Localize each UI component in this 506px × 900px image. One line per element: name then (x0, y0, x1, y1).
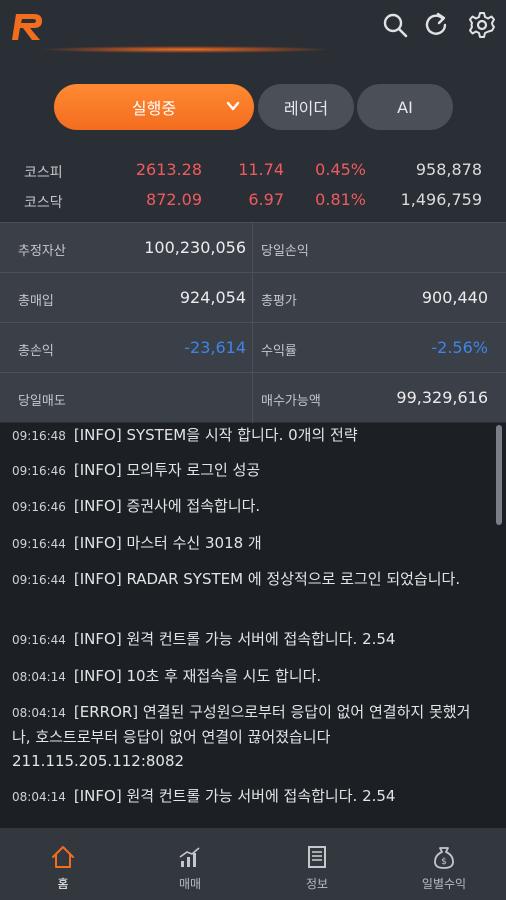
daily-sell-cell: 당일매도 (0, 373, 252, 423)
log-message: [INFO] 마스터 수신 3018 개 (73, 534, 262, 552)
index-name: 코스피 (24, 165, 63, 181)
index-value: 2613.28 (135, 160, 202, 179)
bottom-nav: 홈 매매 정보 $ 일별수익 (0, 828, 506, 900)
system-log[interactable]: 09:16:48 [INFO] SYSTEM을 시작 합니다. 0개의 전략 09… (0, 423, 506, 828)
nav-trade-label: 매매 (178, 877, 202, 891)
chevron-down-icon (226, 101, 240, 111)
nav-home-label: 홈 (57, 877, 69, 891)
log-message: [INFO] RADAR SYSTEM 에 정상적으로 로그인 되었습니다. (73, 570, 461, 588)
settings-icon[interactable] (467, 10, 497, 40)
index-change: 11.74 (238, 160, 284, 179)
log-time: 09:16:44 (12, 573, 66, 587)
tab-radar[interactable]: 레이더 (258, 84, 354, 130)
log-entry: 09:16:46 [INFO] 모의투자 로그인 성공 (12, 458, 482, 483)
total-pnl-label: 총손익 (18, 344, 54, 359)
index-volume: 1,496,759 (400, 190, 482, 209)
estimated-assets-label: 추정자산 (18, 244, 66, 259)
log-message: [INFO] 모의투자 로그인 성공 (73, 461, 261, 479)
money-bag-icon: $ (434, 847, 454, 869)
log-message: [INFO] 원격 컨트롤 가능 서버에 접속합니다. 2.54 (73, 787, 396, 805)
log-time: 08:04:14 (12, 706, 66, 720)
buyable-label: 매수가능액 (261, 394, 321, 409)
return-rate-label: 수익률 (261, 344, 297, 359)
header-glow (40, 46, 330, 53)
total-eval-value: 900,440 (421, 288, 488, 307)
index-volume: 958,878 (415, 160, 482, 179)
daily-sell-label: 당일매도 (18, 394, 66, 409)
log-entry: 09:16:48 [INFO] SYSTEM을 시작 합니다. 0개의 전략 (12, 423, 482, 448)
mode-tabs: 실행중 레이더 AI (0, 84, 506, 132)
daily-pnl-cell: 당일손익 (253, 223, 506, 273)
tab-ai[interactable]: AI (357, 84, 453, 130)
nav-daily-profit[interactable]: $ 일별수익 (381, 828, 506, 900)
app-header (0, 0, 506, 62)
log-time: 09:16:46 (12, 500, 66, 514)
log-scrollbar[interactable] (496, 425, 502, 525)
nav-trade[interactable]: 매매 (127, 828, 253, 900)
log-entry: 08:04:14 [INFO] 10초 후 재접속을 시도 합니다. (12, 664, 482, 689)
total-buy-value: 924,054 (179, 288, 246, 307)
market-row-kospi: 코스피 2613.28 11.74 0.45% 958,878 (0, 155, 506, 185)
column-divider (252, 223, 253, 423)
total-buy-cell: 총매입 924,054 (0, 273, 252, 323)
market-index-panel: 코스피 2613.28 11.74 0.45% 958,878 코스닥 872.… (0, 155, 506, 215)
log-entry: 09:16:44 [INFO] 마스터 수신 3018 개 (12, 531, 482, 556)
trade-chart-icon (179, 847, 200, 867)
log-entry: 09:16:46 [INFO] 증권사에 접속합니다. (12, 494, 482, 519)
market-row-kosdaq: 코스닥 872.09 6.97 0.81% 1,496,759 (0, 185, 506, 215)
search-icon[interactable] (380, 10, 410, 40)
log-message: [INFO] 원격 컨트롤 가능 서버에 접속합니다. 2.54 (73, 630, 396, 648)
total-eval-cell: 총평가 900,440 (253, 273, 506, 323)
tab-ai-label: AI (397, 97, 413, 117)
buyable-value: 99,329,616 (396, 388, 488, 407)
account-summary: 추정자산 100,230,056 당일손익 총매입 924,054 총평가 90… (0, 222, 506, 423)
index-change: 6.97 (248, 190, 284, 209)
log-time: 09:16:48 (12, 429, 66, 443)
nav-info[interactable]: 정보 (254, 828, 380, 900)
total-eval-label: 총평가 (261, 294, 297, 309)
daily-pnl-label: 당일손익 (261, 244, 309, 259)
nav-home[interactable]: 홈 (0, 828, 126, 900)
tab-running[interactable]: 실행중 (54, 84, 254, 130)
log-time: 08:04:14 (12, 790, 66, 804)
return-rate-cell: 수익률 -2.56% (253, 323, 506, 373)
log-time: 09:16:44 (12, 537, 66, 551)
log-entry: 08:04:14 [INFO] 원격 컨트롤 가능 서버에 접속합니다. 2.54 (12, 784, 482, 809)
index-value: 872.09 (146, 190, 202, 209)
tab-radar-label: 레이더 (283, 99, 329, 118)
log-entry: 09:16:44 [INFO] 원격 컨트롤 가능 서버에 접속합니다. 2.54 (12, 627, 482, 652)
tab-running-label: 실행중 (131, 99, 177, 118)
nav-daily-profit-label: 일별수익 (421, 877, 467, 891)
log-time: 09:16:46 (12, 464, 66, 478)
total-pnl-cell: 총손익 -23,614 (0, 323, 252, 373)
total-buy-label: 총매입 (18, 294, 54, 309)
log-time: 09:16:44 (12, 633, 66, 647)
nav-info-label: 정보 (305, 877, 329, 891)
log-message: [ERROR] 연결된 구성원으로부터 응답이 없어 연결하지 못했거나, 호스… (12, 703, 471, 770)
app-logo (12, 14, 42, 40)
estimated-assets-value: 100,230,056 (144, 238, 246, 257)
index-change-pct: 0.81% (315, 190, 366, 209)
svg-text:$: $ (441, 857, 447, 867)
log-message: [INFO] 증권사에 접속합니다. (73, 497, 261, 515)
total-pnl-value: -23,614 (184, 338, 246, 357)
home-icon (52, 846, 74, 868)
index-change-pct: 0.45% (315, 160, 366, 179)
log-time: 08:04:14 (12, 670, 66, 684)
info-document-icon (308, 846, 326, 868)
return-rate-value: -2.56% (431, 338, 488, 357)
index-name: 코스닥 (24, 195, 63, 211)
log-message: [INFO] SYSTEM을 시작 합니다. 0개의 전략 (73, 426, 358, 444)
log-entry: 08:04:14 [ERROR] 연결된 구성원으로부터 응답이 없어 연결하지 … (12, 700, 482, 773)
buyable-cell: 매수가능액 99,329,616 (253, 373, 506, 423)
log-entry: 09:16:44 [INFO] RADAR SYSTEM 에 정상적으로 로그인 … (12, 567, 482, 592)
estimated-assets-cell: 추정자산 100,230,056 (0, 223, 252, 273)
log-message: [INFO] 10초 후 재접속을 시도 합니다. (73, 667, 322, 685)
refresh-icon[interactable] (421, 10, 451, 40)
